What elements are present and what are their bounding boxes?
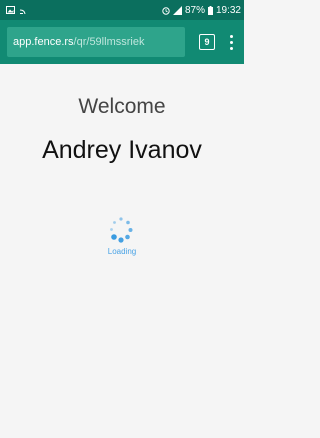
tab-count: 9 [204, 37, 210, 47]
loading-label: Loading [107, 247, 137, 256]
clock: 19:32 [215, 4, 241, 16]
welcome-heading: Welcome [78, 95, 166, 118]
status-bar: 87% 19:32 [0, 0, 244, 20]
browser-toolbar: app.fence.rs/qr/59llmssriek 9 [0, 20, 244, 64]
page-content: Welcome Andrey Ivanov Loading [0, 64, 244, 438]
battery-icon [207, 5, 213, 15]
url-path: /qr/59llmssriek [73, 36, 145, 48]
signal-icon [172, 5, 182, 15]
url-host: app.fence.rs [13, 36, 74, 48]
cast-icon [20, 9, 26, 14]
more-vert-icon[interactable] [228, 32, 234, 52]
tabs-button[interactable]: 9 [199, 34, 215, 50]
gallery-icon [6, 6, 15, 14]
status-right-icons: 87% 19:32 [162, 5, 241, 16]
battery-percent: 87% [184, 4, 205, 16]
loading-spinner-icon [110, 217, 133, 243]
status-left-icons [6, 6, 29, 14]
user-name: Andrey Ivanov [42, 136, 202, 164]
address-bar[interactable]: app.fence.rs/qr/59llmssriek [7, 27, 185, 57]
alarm-icon [162, 6, 170, 15]
